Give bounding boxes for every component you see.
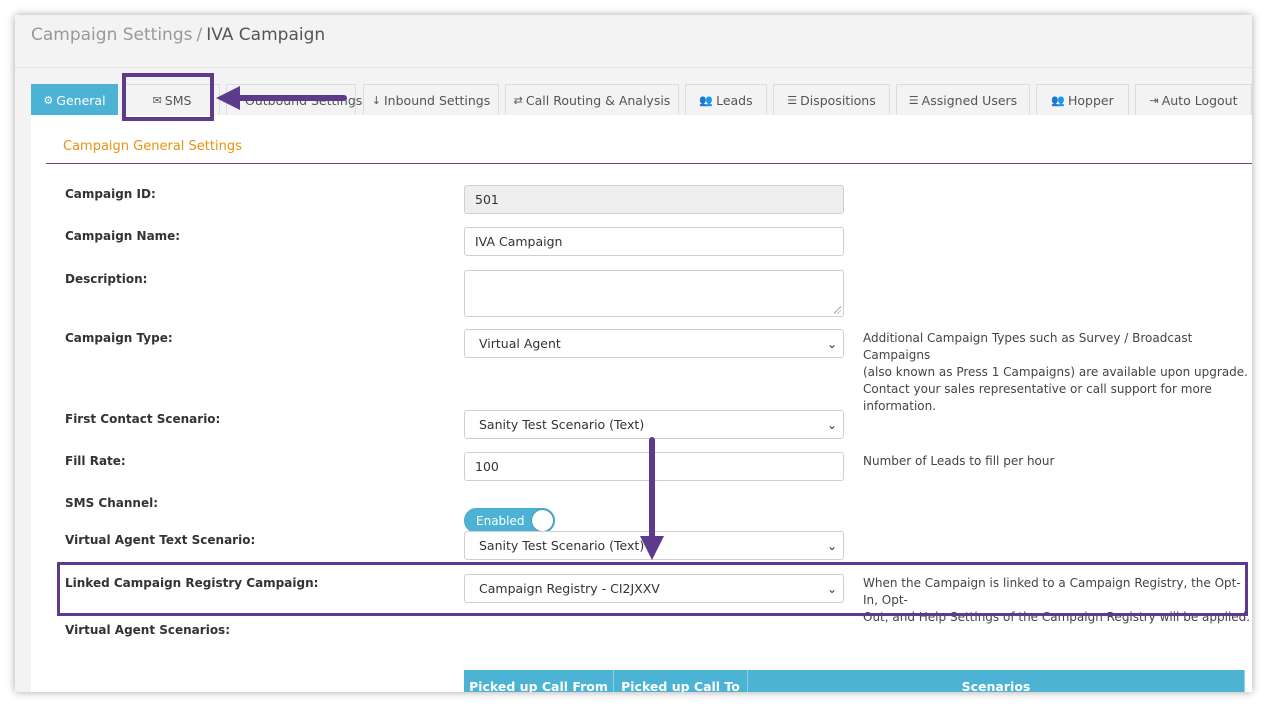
arrow-to-sms-tab [216,86,347,110]
arrow-to-linked-registry [640,437,664,560]
annotation-arrows [216,86,664,560]
